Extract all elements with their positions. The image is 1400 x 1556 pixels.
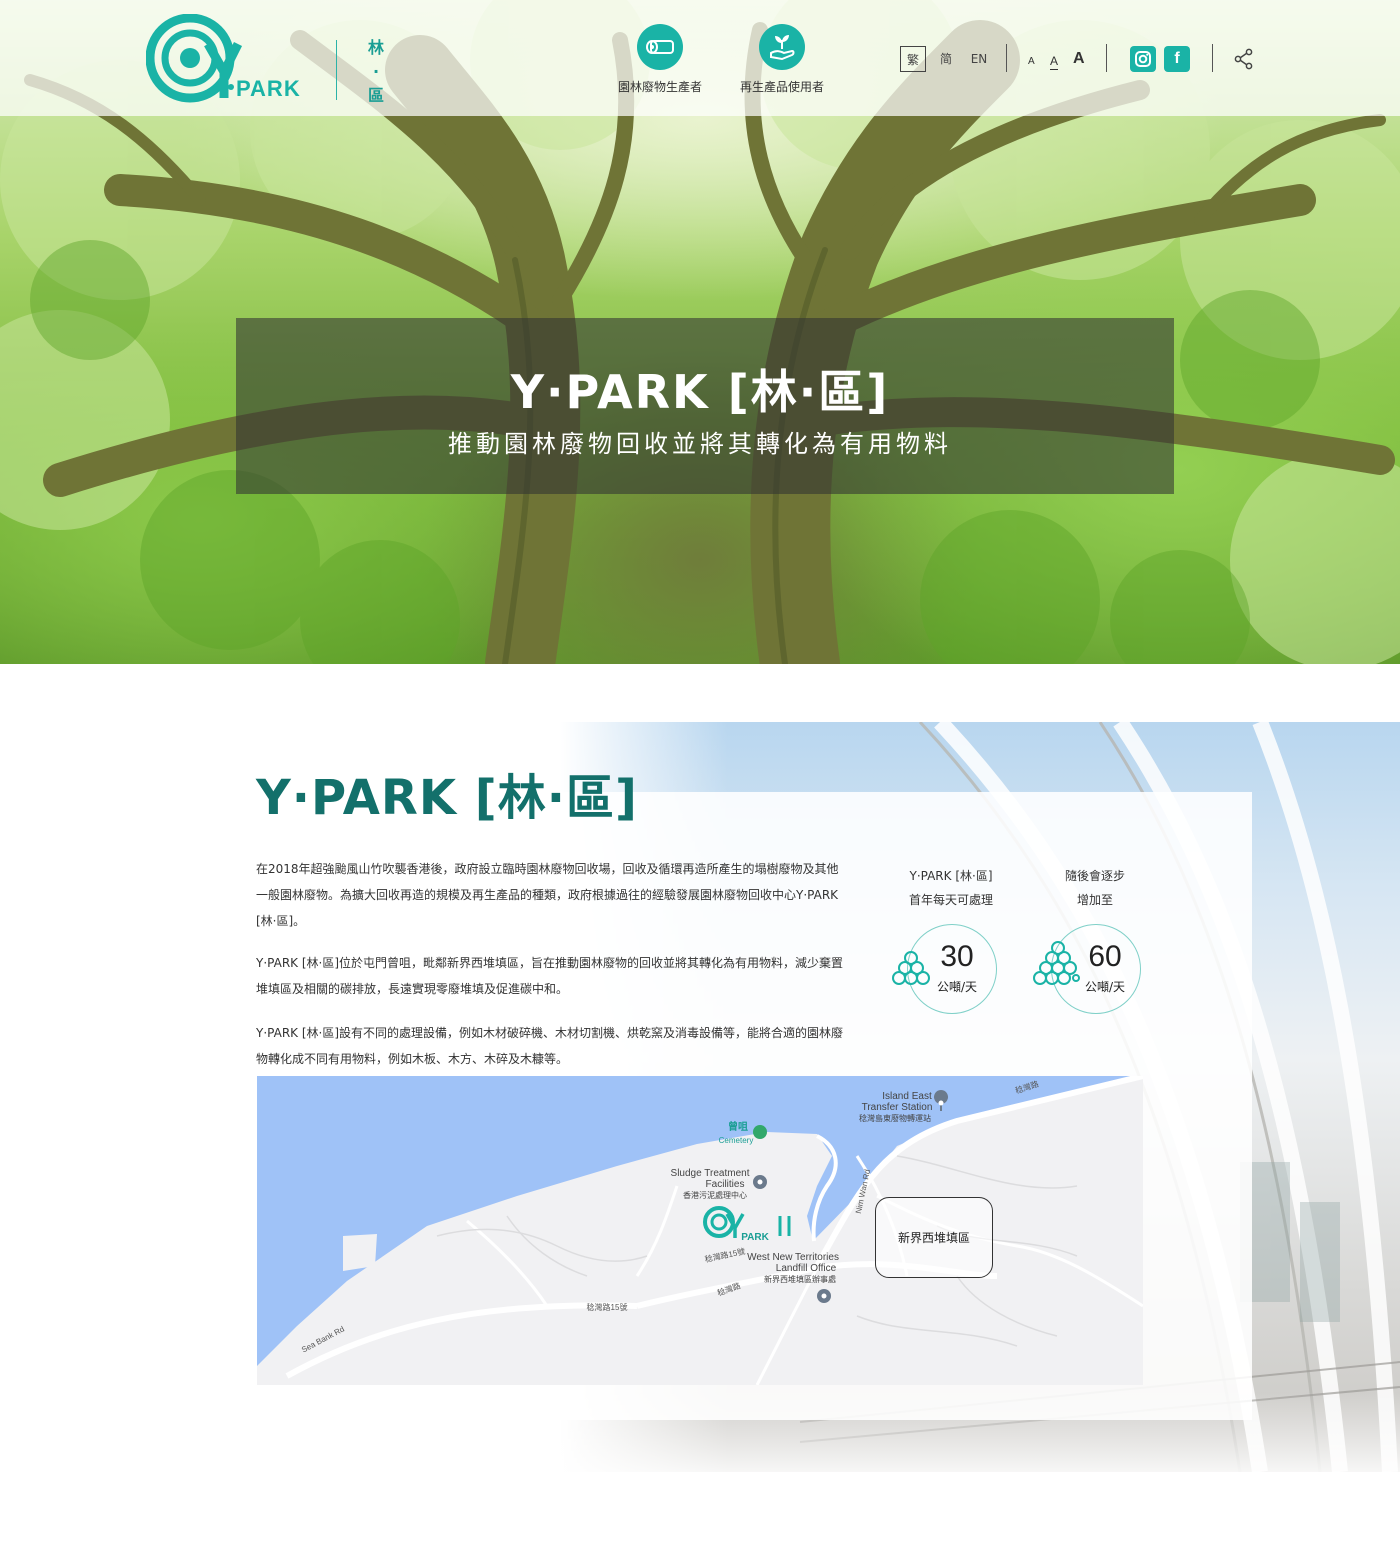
map-label-cemetery-en: Cemetery (718, 1136, 754, 1145)
location-map[interactable]: Island East Transfer Station 稔灣島東廢物轉運站 稔… (257, 1076, 1143, 1385)
stat-2-heading-line1: 隨後會逐步 (1064, 869, 1125, 883)
map-canvas (257, 1076, 1143, 1385)
stat-1-unit: 公噸/天 (936, 980, 978, 994)
lang-traditional-chinese[interactable]: 繁 (900, 46, 926, 72)
intro-paragraph-1: 在2018年超強颱風山竹吹襲香港後，政府設立臨時園林廢物回收場，回收及循環再造所… (256, 862, 839, 928)
map-label-landfill-2: Landfill Office (775, 1263, 837, 1274)
map-label-sludge-1: Sludge Treatment (670, 1168, 750, 1179)
logo-dot (228, 84, 234, 90)
stat-1-value: 30 (940, 940, 974, 973)
intro-paragraph-3: Y·PARK [林·區]設有不同的處理設備，例如木材破碎機、木材切割機、烘乾窯及… (256, 1026, 844, 1066)
toolbar-divider (1006, 44, 1007, 72)
map-label-cemetery-zh: 曾咀 (728, 1122, 748, 1133)
stat-1-heading-line2: 首年每天可處理 (908, 893, 993, 907)
map-label-sludge-zh: 香港污泥處理中心 (683, 1191, 747, 1200)
landfill-highlight-box[interactable]: 新界西堆填區 (875, 1197, 993, 1278)
stat-1-heading-line1: Y·PARK [林·區] (909, 869, 993, 883)
logo-subtitle: 林 · 區 (364, 36, 388, 108)
hero-subtitle: 推動園林廢物回收並將其轉化為有用物料 (448, 430, 952, 458)
map-label-sludge-2: Facilities (705, 1179, 745, 1190)
toolbar-divider-2 (1106, 44, 1107, 72)
stat-2-unit: 公噸/天 (1084, 980, 1126, 994)
lang-english[interactable]: EN (966, 46, 992, 72)
font-size-small-button[interactable]: A (1028, 56, 1035, 67)
ypark-logo[interactable]: PARK (145, 13, 318, 106)
map-label-transfer-2: Transfer Station (861, 1102, 933, 1113)
logo-sub-char-3: 區 (367, 86, 384, 105)
map-label-road-15-b: 稔灣路15號 (586, 1303, 628, 1312)
map-label-landfill-1: West New Territories (747, 1252, 839, 1263)
toolbar-divider-3 (1212, 44, 1213, 72)
log-icon (637, 24, 683, 70)
intro-paragraph-2: Y·PARK [林·區]位於屯門曾咀，毗鄰新界西堆填區，旨在推動園林廢物的回收並… (256, 956, 844, 996)
section-title: Y·PARK [林·區] (256, 770, 638, 826)
hero-banner: PARK 林 · 區 園林廢物生產者 再生產品使用者 繁 简 EN A A A … (0, 0, 1400, 664)
map-label-transfer-zh: 稔灣島東廢物轉運站 (859, 1114, 931, 1123)
hero-title: Y·PARK [林·區] (510, 365, 890, 419)
facebook-icon[interactable]: f (1164, 46, 1190, 72)
map-label-landfill-zh: 新界西堆填區辦事處 (764, 1275, 836, 1284)
stat-2-heading-line2: 增加至 (1076, 893, 1113, 907)
logo-sub-char-1: 林 (367, 38, 384, 57)
sprout-in-hand-icon (759, 24, 805, 70)
logo-text: PARK (236, 76, 301, 101)
stat-2-value: 60 (1088, 940, 1122, 973)
nav-recycled-product-users[interactable]: 再生產品使用者 (722, 24, 842, 95)
lang-simplified-chinese[interactable]: 简 (934, 46, 958, 72)
stat-2-heading: 隨後會逐步 增加至 (1020, 864, 1170, 912)
share-icon[interactable] (1234, 48, 1254, 75)
stat-1-heading: Y·PARK [林·區] 首年每天可處理 (876, 864, 1026, 912)
nav-label-users: 再生產品使用者 (739, 80, 824, 94)
map-label-park-marker: PARK (741, 1232, 769, 1243)
font-size-large-button[interactable]: A (1073, 50, 1085, 68)
font-size-medium-button[interactable]: A (1050, 54, 1059, 70)
nav-label-producers: 園林廢物生產者 (617, 80, 702, 94)
logo-sub-char-2: · (372, 62, 380, 81)
logo-divider (336, 40, 337, 100)
map-label-transfer-1: Island East (882, 1091, 932, 1102)
nav-garden-waste-producers[interactable]: 園林廢物生產者 (600, 24, 720, 95)
instagram-icon[interactable] (1130, 46, 1156, 72)
